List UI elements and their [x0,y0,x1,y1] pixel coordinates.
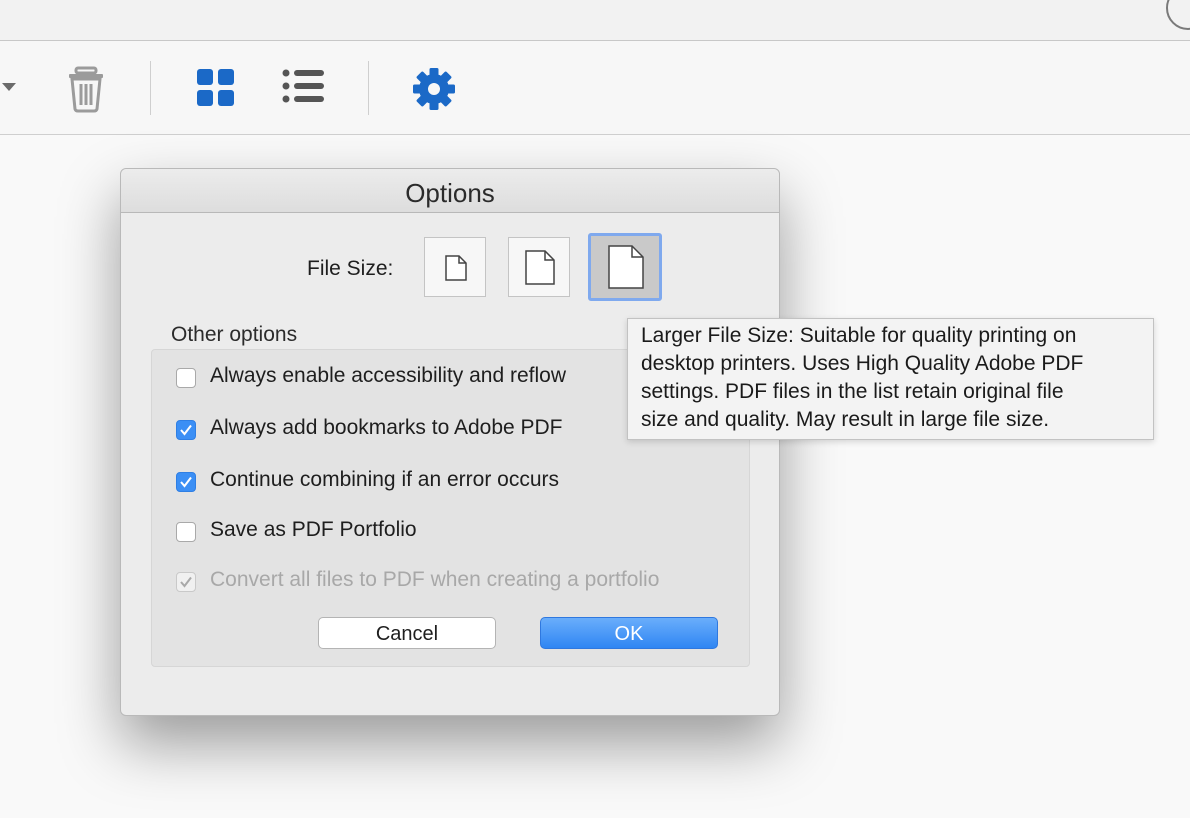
option-label: Convert all files to PDF when creating a… [210,568,660,591]
option-label: Continue combining if an error occurs [210,468,560,491]
toolbar [0,41,1190,135]
dialog-titlebar: Options [121,169,779,213]
option-label: Always enable accessibility and reflow [210,364,567,387]
file-size-large-button[interactable] [588,233,662,301]
tooltip-line: Larger File Size: Suitable for quality p… [641,324,1077,347]
grid-view-icon[interactable] [196,68,236,108]
option-label: Always add bookmarks to Adobe PDF [210,416,563,439]
list-view-icon[interactable] [282,68,326,108]
tooltip-line: desktop printers. Uses High Quality Adob… [641,352,1084,375]
document-large-icon [608,245,644,289]
tooltip-line: size and quality. May result in large fi… [641,408,1050,431]
checkmark-icon [180,424,192,436]
options-dialog: Options File Size: Other options Always … [120,168,780,716]
file-size-label: File Size: [307,257,394,280]
checkbox[interactable] [176,368,196,388]
file-size-small-button[interactable] [424,237,486,297]
document-small-icon [445,255,467,281]
other-options-label: Other options [171,323,298,346]
gear-icon[interactable] [412,67,456,111]
checkbox-disabled [176,572,196,592]
tooltip-line: settings. PDF files in the list retain o… [641,380,1064,403]
window-top-bar [0,0,1190,41]
checkmark-icon [180,476,192,488]
document-medium-icon [525,250,555,285]
file-size-medium-button[interactable] [508,237,570,297]
file-size-tooltip: Larger File Size: Suitable for quality p… [627,318,1154,440]
toolbar-separator [368,61,369,115]
cancel-button[interactable]: Cancel [318,617,496,649]
trash-icon[interactable] [66,65,110,113]
toolbar-separator [150,61,151,115]
checkbox[interactable] [176,420,196,440]
checkmark-icon [180,576,192,588]
option-label: Save as PDF Portfolio [210,518,417,541]
checkbox[interactable] [176,522,196,542]
checkbox[interactable] [176,472,196,492]
dialog-title: Options [405,178,495,208]
ok-button[interactable]: OK [540,617,718,649]
window-control-button[interactable] [1166,0,1190,30]
chevron-down-icon[interactable] [2,83,16,91]
